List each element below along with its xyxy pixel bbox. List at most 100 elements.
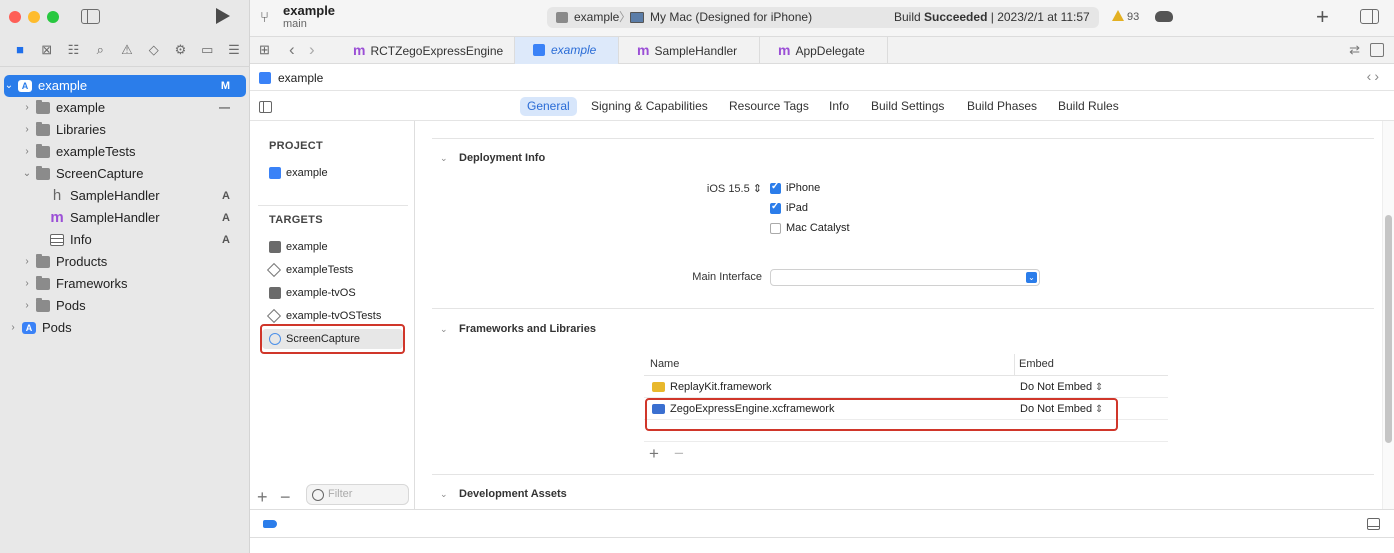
- embed-popup[interactable]: Do Not Embed: [1020, 381, 1103, 393]
- disclosure-collapsed-icon[interactable]: ›: [22, 97, 32, 119]
- remove-target-button[interactable]: −: [280, 487, 291, 508]
- toolbar-project-name[interactable]: example: [283, 3, 335, 18]
- find-navigator-tab-search-icon[interactable]: ⌕: [92, 43, 108, 57]
- window-zoom-button[interactable]: [47, 11, 59, 23]
- tree-item[interactable]: › Pods: [0, 295, 250, 317]
- tree-item[interactable]: h SampleHandler A: [0, 185, 250, 207]
- navigate-forward-icon[interactable]: ›: [309, 40, 315, 60]
- settings-tab[interactable]: Build Rules: [1051, 97, 1126, 116]
- column-name-header[interactable]: Name: [650, 358, 679, 370]
- settings-tab[interactable]: Info: [822, 97, 856, 116]
- window-close-button[interactable]: [9, 11, 21, 23]
- toolbar-branch-name[interactable]: main: [283, 18, 307, 30]
- settings-tab[interactable]: Signing & Capabilities: [584, 97, 715, 116]
- target-filter-field[interactable]: Filter: [306, 484, 409, 505]
- tree-item[interactable]: Info A: [0, 229, 250, 251]
- development-assets-section[interactable]: ⌄ Development Assets: [440, 488, 567, 504]
- related-items-grid-icon[interactable]: ⊞: [259, 43, 273, 57]
- run-button[interactable]: [216, 8, 230, 24]
- tree-item-label: example: [56, 100, 106, 115]
- collapse-chevron-icon[interactable]: ⌄: [440, 153, 450, 164]
- general-settings-editor: ⌄Deployment Info iOS 15.5 ⇕ iPhone iPad Ma…: [416, 121, 1394, 509]
- test-navigator-tab-diamond-icon[interactable]: ◇: [146, 43, 162, 57]
- tree-item[interactable]: › Libraries: [0, 119, 250, 141]
- frameworks-section[interactable]: ⌄ Frameworks and Libraries: [440, 323, 596, 339]
- swap-editors-icon[interactable]: ⇄: [1349, 42, 1360, 58]
- framework-name: ReplayKit.framework: [670, 381, 772, 393]
- editor-tab[interactable]: example: [515, 37, 619, 64]
- editor-tab[interactable]: m SampleHandler: [619, 37, 760, 64]
- debug-navigator-tab-spray-icon[interactable]: ⚙: [173, 43, 189, 57]
- library-add-icon[interactable]: +: [1316, 6, 1329, 28]
- project-icon: [269, 167, 281, 179]
- disclosure-collapsed-icon[interactable]: ›: [22, 251, 32, 273]
- warning-triangle-icon[interactable]: [1112, 10, 1124, 21]
- settings-tab[interactable]: Resource Tags: [722, 97, 816, 116]
- toggle-targets-list-icon[interactable]: [259, 101, 272, 113]
- chevron-down-icon[interactable]: ⌄: [1026, 272, 1037, 283]
- xcode-cloud-icon[interactable]: [1155, 11, 1173, 22]
- report-navigator-tab-icon[interactable]: ☰: [226, 43, 242, 57]
- editor-tab[interactable]: m AppDelegate: [760, 37, 888, 64]
- run-destination-selector[interactable]: My Mac (Designed for iPhone): [650, 7, 812, 28]
- toggle-inspector-icon[interactable]: [1360, 9, 1379, 24]
- tree-item[interactable]: ⌄ ScreenCapture: [0, 163, 250, 185]
- tree-item[interactable]: › Products: [0, 251, 250, 273]
- issue-nav-arrows-icon[interactable]: ‹›: [1367, 68, 1382, 84]
- settings-tab[interactable]: General: [520, 97, 577, 116]
- window-minimize-button[interactable]: [28, 11, 40, 23]
- app-target-icon: [269, 287, 281, 299]
- navigate-back-icon[interactable]: ‹: [289, 40, 295, 60]
- column-embed-header[interactable]: Embed: [1019, 358, 1054, 370]
- deployment-info-section[interactable]: ⌄ Deployment Info: [440, 152, 545, 168]
- scheme-selector[interactable]: example: [574, 7, 619, 28]
- filter-icon: [312, 489, 324, 501]
- disclosure-collapsed-icon[interactable]: ›: [22, 141, 32, 163]
- breadcrumb-project[interactable]: example: [278, 71, 323, 85]
- main-interface-select[interactable]: ⌄: [770, 269, 1040, 286]
- scm-status-badge: —: [219, 102, 230, 114]
- source-control-navigator-tab-icon[interactable]: ⊠: [39, 43, 55, 57]
- test-target-icon: [266, 262, 282, 278]
- device-checkbox[interactable]: [770, 201, 781, 214]
- settings-tab[interactable]: Build Phases: [960, 97, 1044, 116]
- activity-viewer[interactable]: example 〉 My Mac (Designed for iPhone) B…: [547, 7, 1099, 28]
- framework-row[interactable]: ReplayKit.framework Do Not Embed: [644, 376, 1168, 398]
- warning-count[interactable]: 93: [1127, 11, 1139, 23]
- toggle-navigator-icon[interactable]: [81, 9, 100, 24]
- add-target-button[interactable]: +: [257, 487, 268, 508]
- vertical-scrollbar[interactable]: [1382, 121, 1394, 509]
- breakpoint-navigator-tab-icon[interactable]: ▭: [199, 43, 215, 57]
- split-editor-icon[interactable]: [1370, 43, 1384, 57]
- collapse-chevron-icon[interactable]: ⌄: [440, 489, 450, 500]
- remove-framework-button[interactable]: −: [674, 444, 684, 464]
- editor-tab[interactable]: m RCTZegoExpressEngine: [335, 37, 515, 64]
- disclosure-collapsed-icon[interactable]: ›: [22, 119, 32, 141]
- disclosure-collapsed-icon[interactable]: ›: [22, 273, 32, 295]
- editor-tab-label: example: [551, 43, 597, 57]
- add-framework-button[interactable]: +: [649, 444, 659, 464]
- ios-version-popup[interactable]: iOS 15.5 ⇕: [686, 182, 762, 195]
- breakpoints-toggle-icon[interactable]: [263, 520, 277, 528]
- disclosure-expanded-icon[interactable]: ⌄: [4, 75, 14, 97]
- device-checkbox[interactable]: [770, 223, 781, 234]
- project-navigator-tab-folder-icon[interactable]: ■: [12, 43, 28, 57]
- tree-item[interactable]: › Frameworks: [0, 273, 250, 295]
- symbol-navigator-tab-icon[interactable]: ☷: [66, 43, 82, 57]
- disclosure-expanded-icon[interactable]: ⌄: [22, 163, 32, 185]
- header-file-icon: h: [52, 187, 62, 204]
- tree-item[interactable]: › exampleTests: [0, 141, 250, 163]
- toggle-debug-area-icon[interactable]: [1367, 518, 1380, 530]
- navigator-selector-bar: ■ ⊠ ☷ ⌕ ⚠ ◇ ⚙ ▭ ☰: [12, 42, 242, 58]
- disclosure-collapsed-icon[interactable]: ›: [8, 317, 18, 339]
- issue-navigator-tab-warning-icon[interactable]: ⚠: [119, 43, 135, 57]
- settings-tab[interactable]: Build Settings: [864, 97, 951, 116]
- device-checkbox[interactable]: [770, 181, 781, 194]
- tree-item[interactable]: m SampleHandler A: [0, 207, 250, 229]
- scrollbar-thumb[interactable]: [1385, 215, 1392, 443]
- collapse-chevron-icon[interactable]: ⌄: [440, 324, 450, 335]
- tree-item[interactable]: › example —: [0, 97, 250, 119]
- tree-item[interactable]: ⌄ Aexample M: [4, 75, 246, 97]
- disclosure-collapsed-icon[interactable]: ›: [22, 295, 32, 317]
- tree-item[interactable]: › A Pods: [0, 317, 250, 339]
